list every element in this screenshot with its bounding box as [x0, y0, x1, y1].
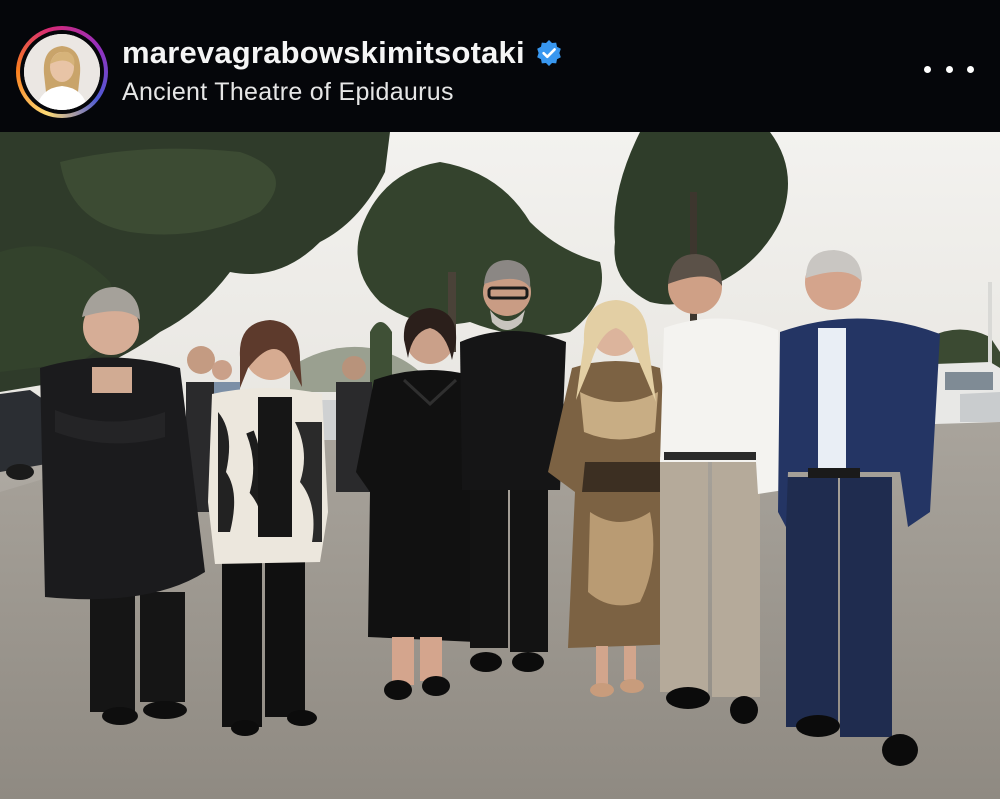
post-header: marevagrabowskimitsotaki Ancient Theatre…: [0, 0, 1000, 132]
location-link[interactable]: Ancient Theatre of Epidaurus: [122, 78, 454, 107]
more-options-icon[interactable]: [924, 56, 974, 82]
more-dot-icon: [967, 65, 974, 73]
verified-badge-icon: [537, 40, 561, 66]
group-photo-illustration: [0, 132, 1000, 799]
avatar[interactable]: [24, 34, 100, 110]
story-ring[interactable]: [16, 26, 108, 118]
avatar-gap: [20, 30, 104, 114]
username-row: marevagrabowskimitsotaki: [122, 35, 563, 71]
post-photo[interactable]: [0, 132, 1000, 799]
username-link[interactable]: marevagrabowskimitsotaki: [122, 35, 525, 71]
more-dot-icon: [924, 65, 931, 73]
avatar-image: [24, 34, 100, 110]
more-dot-icon: [945, 65, 953, 73]
